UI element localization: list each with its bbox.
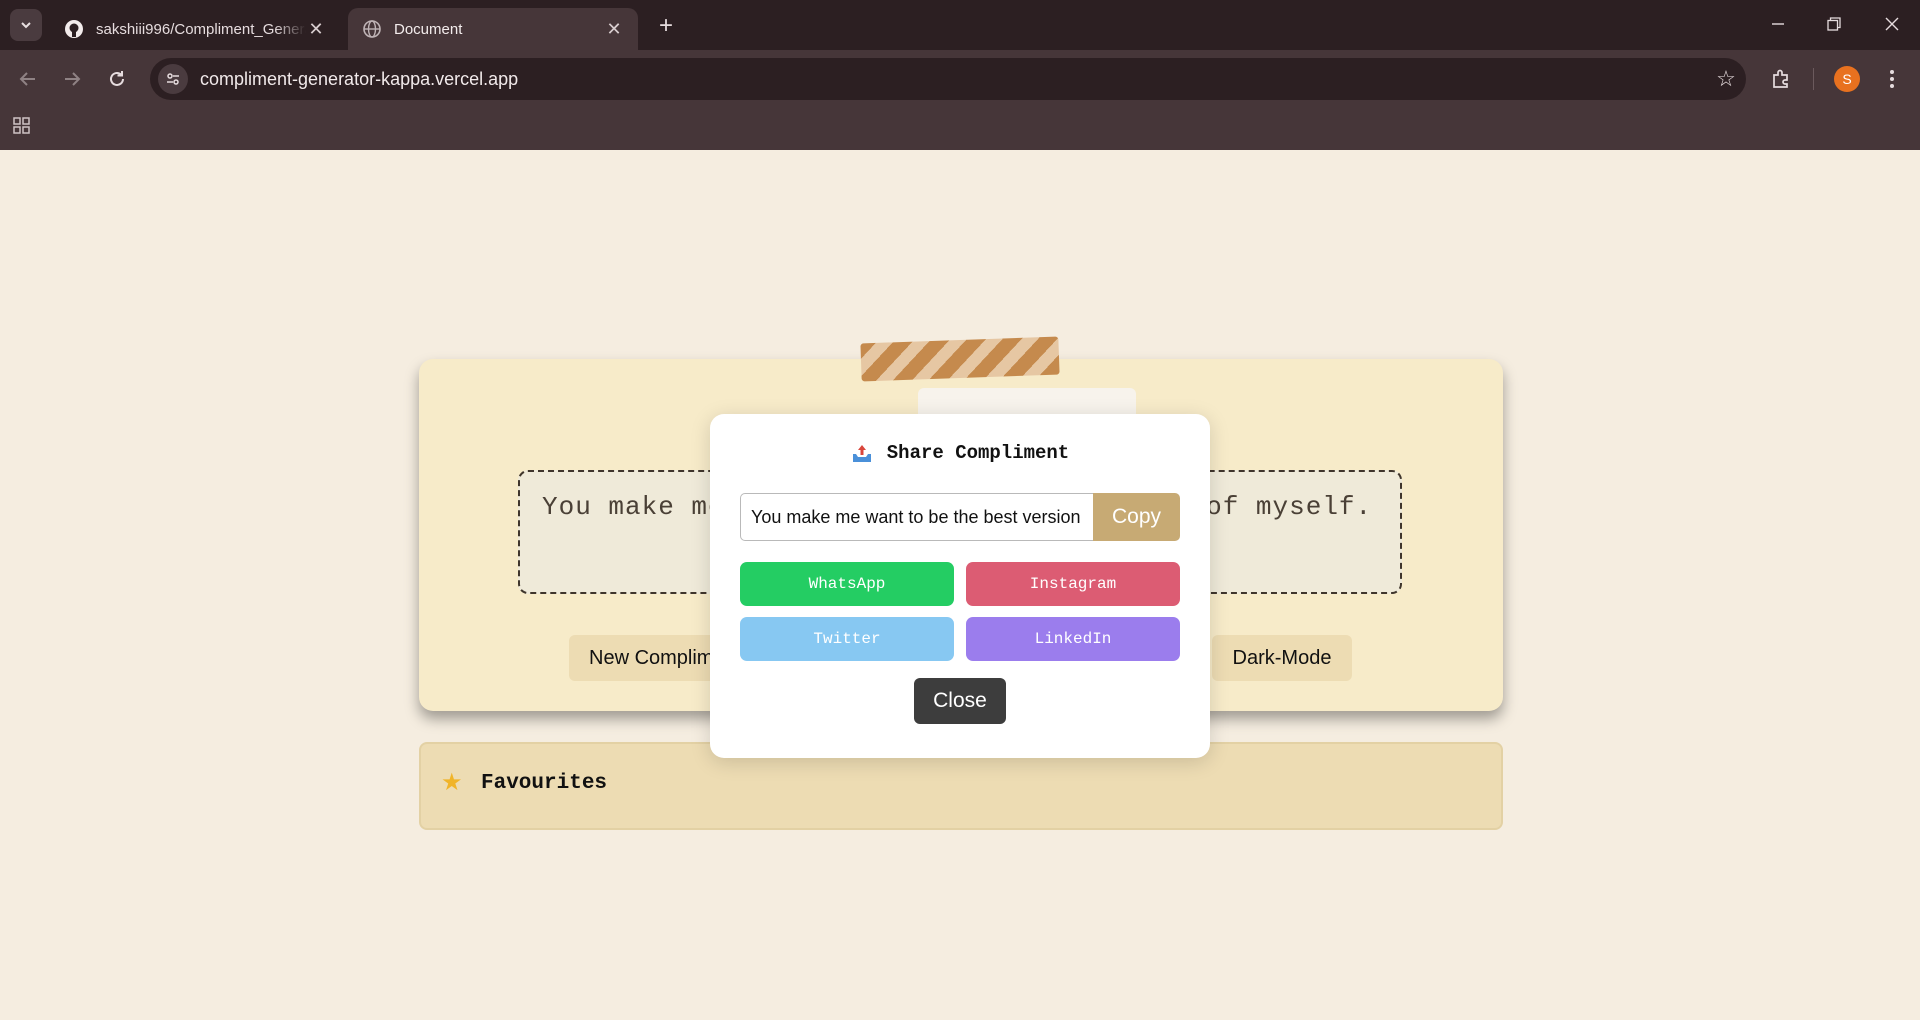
menu-dots-icon[interactable] (1876, 63, 1908, 95)
share-text-input[interactable] (740, 493, 1093, 541)
site-info-icon[interactable] (158, 64, 188, 94)
bookmarks-bar (0, 108, 1920, 150)
github-icon (64, 19, 84, 39)
copy-button[interactable]: Copy (1093, 493, 1180, 541)
modal-title: Share Compliment (886, 442, 1070, 464)
browser-tab-bar: sakshiii996/Compliment_Generator ✕ Docum… (0, 0, 1920, 50)
browser-toolbar: compliment-generator-kappa.vercel.app ☆ … (0, 50, 1920, 108)
new-tab-icon[interactable]: + (652, 12, 680, 40)
close-modal-button[interactable]: Close (914, 678, 1006, 724)
dark-mode-button[interactable]: Dark-Mode (1212, 635, 1352, 681)
close-window-icon[interactable] (1870, 8, 1914, 40)
favourites-title: Favourites (481, 772, 608, 795)
forward-icon[interactable] (56, 63, 88, 95)
close-tab-icon[interactable]: ✕ (306, 19, 326, 40)
back-icon[interactable] (12, 63, 44, 95)
restore-icon[interactable] (1812, 8, 1856, 40)
share-modal: Share Compliment Copy WhatsApp Instagram… (710, 414, 1210, 758)
decorative-tape (860, 336, 1060, 382)
page-viewport: You make me want to be the best version … (0, 150, 1920, 1020)
tab-search-button[interactable] (10, 9, 42, 41)
browser-tab-github[interactable]: sakshiii996/Compliment_Generator ✕ (50, 8, 340, 50)
close-tab-icon[interactable]: ✕ (604, 19, 624, 40)
tab-title: sakshiii996/Compliment_Generator (96, 20, 306, 38)
star-icon: ★ (441, 769, 463, 796)
profile-avatar[interactable]: S (1834, 66, 1860, 92)
bookmark-star-icon[interactable]: ☆ (1706, 66, 1746, 92)
instagram-share-button[interactable]: Instagram (966, 562, 1180, 606)
apps-grid-icon[interactable] (12, 116, 36, 140)
browser-tab-document[interactable]: Document ✕ (348, 8, 638, 50)
linkedin-share-button[interactable]: LinkedIn (966, 617, 1180, 661)
tab-title: Document (394, 20, 463, 38)
chevron-down-icon (21, 22, 31, 29)
whatsapp-share-button[interactable]: WhatsApp (740, 562, 954, 606)
twitter-share-button[interactable]: Twitter (740, 617, 954, 661)
reload-icon[interactable] (101, 63, 133, 95)
modal-header: Share Compliment (710, 442, 1210, 464)
outbox-tray-icon (851, 442, 873, 464)
minimize-icon[interactable] (1756, 8, 1800, 40)
extensions-icon[interactable] (1765, 63, 1797, 95)
url-text: compliment-generator-kappa.vercel.app (200, 68, 519, 89)
toolbar-separator (1813, 68, 1814, 90)
address-bar[interactable]: compliment-generator-kappa.vercel.app ☆ (150, 58, 1746, 100)
globe-icon (362, 19, 382, 39)
share-text-row: Copy (740, 493, 1180, 541)
